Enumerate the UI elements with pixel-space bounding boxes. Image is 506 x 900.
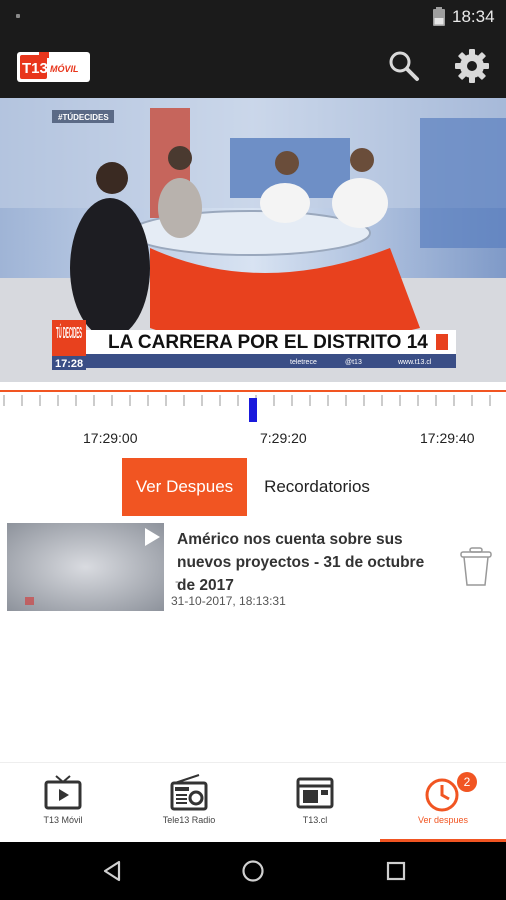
video-frame: #TÚDECIDES LA CARRERA POR EL DISTRITO 14… bbox=[0, 98, 506, 382]
timeline-ruler[interactable] bbox=[0, 382, 506, 422]
hashtag-label: #TÚDECIDES bbox=[58, 113, 109, 122]
nav-item-tele13-radio[interactable]: Tele13 Radio bbox=[126, 763, 252, 843]
program-logo: TÚ DECIDES bbox=[56, 323, 82, 342]
search-icon[interactable] bbox=[384, 46, 424, 86]
headline: LA CARRERA POR EL DISTRITO 14 bbox=[108, 332, 428, 353]
nav-label: Ver despues bbox=[417, 815, 469, 825]
battery-icon bbox=[433, 7, 445, 26]
clock: 18:34 bbox=[452, 7, 495, 26]
nav-label: T13.cl bbox=[302, 815, 328, 825]
back-icon[interactable] bbox=[100, 859, 124, 883]
video-player[interactable]: #TÚDECIDES LA CARRERA POR EL DISTRITO 14… bbox=[0, 98, 506, 382]
t13-logo[interactable]: T13 MÓVIL bbox=[17, 52, 90, 82]
system-nav-bar bbox=[0, 842, 506, 900]
notification-badge: 2 bbox=[457, 772, 477, 792]
item-subtitle: - bbox=[175, 574, 179, 588]
facebook-handle: teletrece bbox=[290, 359, 317, 366]
item-date: 31-10-2017, 18:13:31 bbox=[171, 594, 286, 608]
tab-bar: Ver Despues Recordatorios bbox=[0, 458, 506, 516]
item-title: Américo nos cuenta sobre sus nuevos proy… bbox=[177, 531, 425, 594]
bottom-nav: T13 Móvil Tele13 Radio T13.cl Ver despue… bbox=[0, 762, 506, 843]
tv-icon bbox=[44, 775, 82, 810]
playhead[interactable] bbox=[249, 398, 257, 422]
radio-icon bbox=[170, 774, 208, 811]
svg-text:T13: T13 bbox=[22, 60, 48, 77]
tab-ver-despues[interactable]: Ver Despues bbox=[122, 458, 247, 516]
nav-item-t13-cl[interactable]: T13.cl bbox=[252, 763, 378, 843]
recents-icon[interactable] bbox=[384, 859, 408, 883]
app-bar: T13 MÓVIL bbox=[0, 32, 506, 98]
timeline[interactable]: 17:29:00 7:29:20 17:29:40 bbox=[0, 382, 506, 456]
tick-label: 17:29:40 bbox=[420, 430, 475, 446]
home-icon[interactable] bbox=[241, 859, 265, 883]
nav-item-t13-movil[interactable]: T13 Móvil bbox=[0, 763, 126, 843]
trash-icon[interactable] bbox=[459, 547, 493, 587]
notification-dot bbox=[16, 14, 20, 18]
tick-label: 7:29:20 bbox=[260, 430, 307, 446]
gear-icon[interactable] bbox=[452, 46, 492, 86]
list-item[interactable]: Américo nos cuenta sobre sus nuevos proy… bbox=[7, 523, 499, 613]
nav-item-ver-despues[interactable]: Ver despues bbox=[380, 763, 506, 843]
website-url: www.t13.cl bbox=[397, 359, 432, 366]
twitter-handle: @t13 bbox=[345, 359, 362, 366]
browser-icon bbox=[296, 777, 334, 809]
nav-label: T13 Móvil bbox=[43, 815, 83, 825]
tab-recordatorios[interactable]: Recordatorios bbox=[247, 458, 387, 516]
svg-text:MÓVIL: MÓVIL bbox=[50, 63, 79, 74]
clock-icon bbox=[425, 778, 459, 812]
tick-label: 17:29:00 bbox=[83, 430, 138, 446]
nav-label: Tele13 Radio bbox=[162, 815, 216, 825]
on-air-clock: 17:28 bbox=[55, 358, 83, 370]
status-bar: 18:34 bbox=[0, 0, 506, 32]
video-thumbnail[interactable] bbox=[7, 523, 164, 611]
